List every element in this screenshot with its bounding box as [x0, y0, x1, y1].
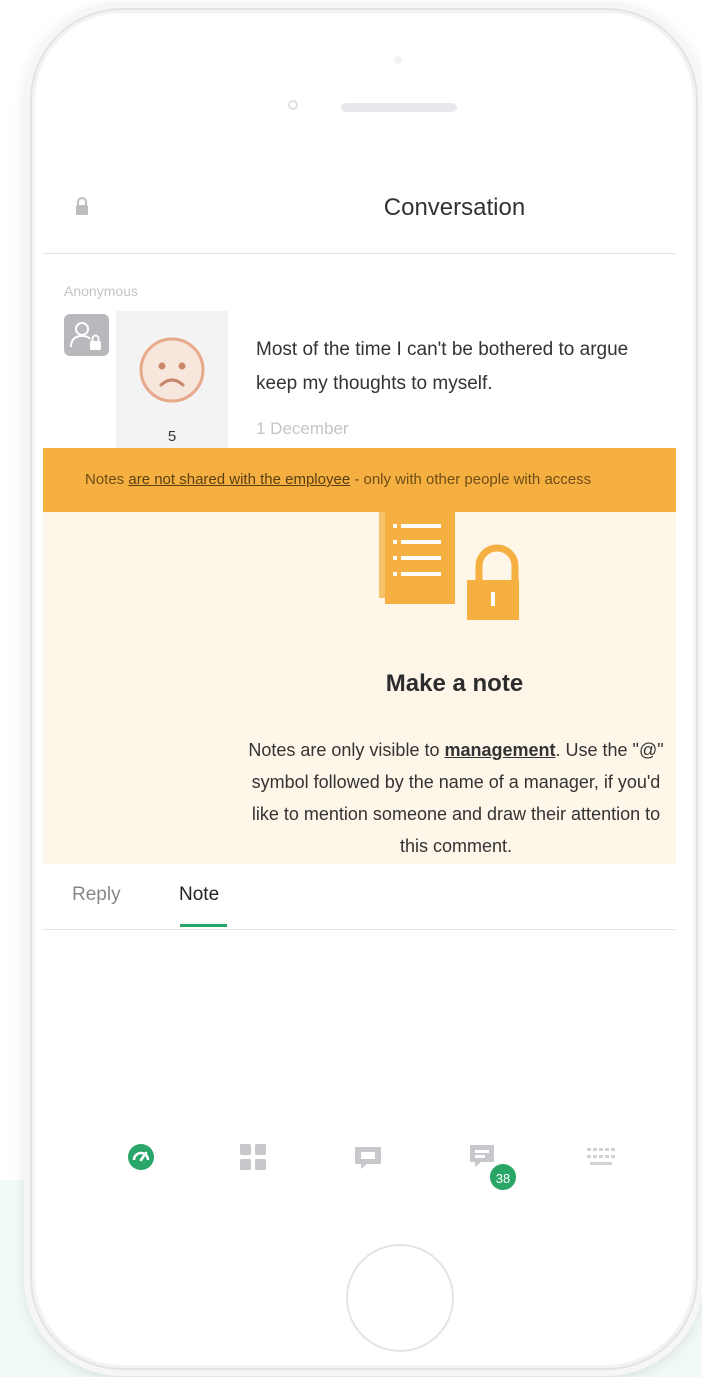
- rating-value: 5: [167, 428, 177, 445]
- tab-note[interactable]: Note: [179, 884, 219, 906]
- page-title: Conversation: [383, 194, 526, 221]
- keyboard-icon[interactable]: [584, 1140, 618, 1174]
- management-link[interactable]: management: [444, 740, 555, 760]
- messages-badge: 38: [488, 1162, 518, 1192]
- note-empty-state: Make a note Notes are only visible to ma…: [43, 512, 676, 864]
- rating-box: 5: [116, 311, 228, 451]
- comment-date: 1 December: [256, 419, 349, 438]
- dashboard-icon[interactable]: [124, 1140, 158, 1174]
- comment-message-line: Most of the time I can't be bothered to …: [256, 339, 629, 360]
- earpiece-speaker: [341, 103, 457, 112]
- front-camera: [288, 100, 298, 110]
- active-tab-indicator: [180, 924, 227, 927]
- reply-note-tabs: Reply Note: [43, 864, 676, 930]
- note-title: Make a note: [385, 670, 524, 697]
- bottom-navigation: 38: [43, 1140, 676, 1192]
- anonymous-avatar-icon: [64, 314, 109, 356]
- sensor-dot: [394, 56, 402, 64]
- tab-reply[interactable]: Reply: [72, 884, 121, 906]
- grid-icon[interactable]: [236, 1140, 270, 1174]
- note-description: Notes are only visible to management. Us…: [238, 734, 674, 862]
- comment-message-line: keep my thoughts to myself.: [256, 373, 493, 394]
- header-bar: Conversation: [43, 168, 676, 254]
- home-button[interactable]: [346, 1244, 454, 1352]
- banner-suffix: - only with other people with access: [350, 471, 592, 488]
- chat-icon[interactable]: [351, 1140, 385, 1174]
- sad-face-icon: [139, 337, 205, 403]
- comment-author: Anonymous: [64, 283, 138, 299]
- banner-link[interactable]: are not shared with the employee: [128, 471, 350, 488]
- comment-message: Most of the time I can't be bothered to …: [256, 333, 676, 401]
- notes-warning-banner: Notes are not shared with the employee -…: [43, 448, 676, 512]
- note-lock-illustration-icon: [379, 512, 519, 620]
- banner-prefix: Notes: [85, 471, 129, 488]
- note-description-part: Notes are only visible to: [248, 740, 445, 760]
- app-screen: Conversation Anonymous 5 Most of the tim…: [43, 168, 676, 1215]
